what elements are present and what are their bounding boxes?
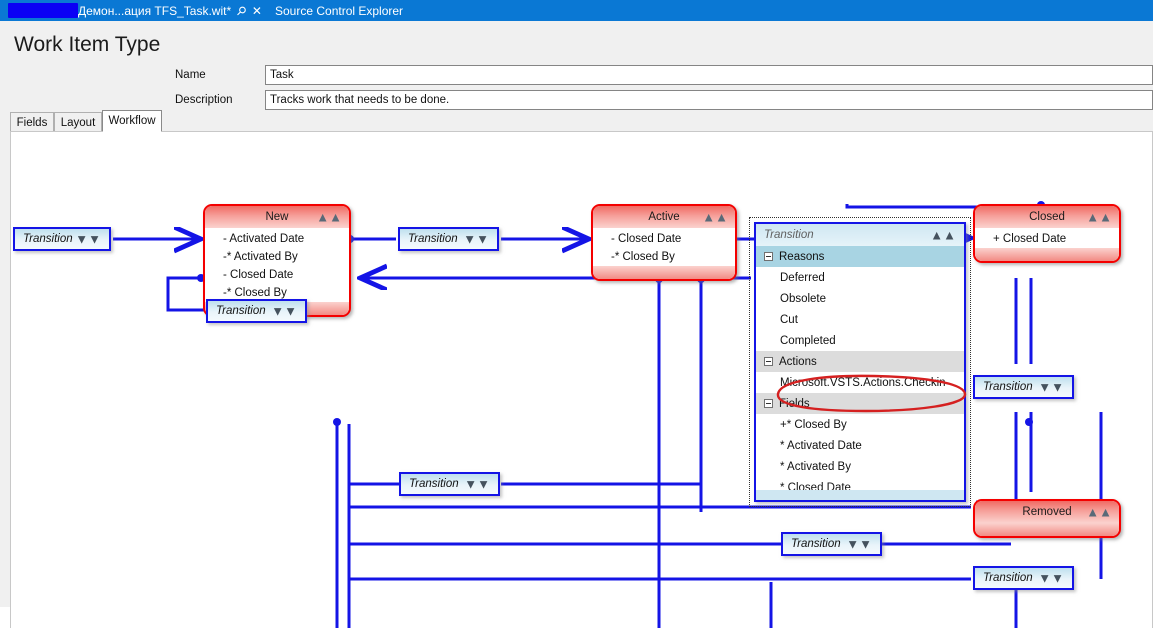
transition-pill[interactable]: Transition ▼▼ bbox=[13, 227, 111, 251]
transition-label: Transition bbox=[408, 233, 458, 245]
tab-workflow-label: Workflow bbox=[108, 115, 156, 127]
state-header[interactable]: Active ▲▲ bbox=[593, 206, 735, 228]
state-header[interactable]: New ▲▲ bbox=[205, 206, 349, 228]
transition-label: Transition bbox=[23, 233, 73, 245]
state-name-closed: Closed bbox=[1029, 211, 1065, 223]
transition-pill[interactable]: Transition ▼▼ bbox=[973, 566, 1074, 590]
state-field: - Closed Date bbox=[611, 233, 682, 245]
transition-details-panel[interactable]: Transition ▲▲ Reasons Deferred Obsolete … bbox=[749, 217, 971, 507]
tab-fields-label: Fields bbox=[16, 116, 48, 129]
document-tab[interactable]: Демон...ация TFS_Task.wit* ⚲ ✕ bbox=[0, 0, 269, 21]
panel-title: Transition bbox=[764, 229, 814, 241]
chevron-up-icon[interactable]: ▲▲ bbox=[930, 229, 956, 242]
panel-footer bbox=[756, 490, 964, 500]
chevron-down-icon[interactable]: ▼▼ bbox=[75, 233, 101, 246]
chevron-down-icon[interactable]: ▼▼ bbox=[1038, 381, 1064, 394]
transition-label: Transition bbox=[409, 478, 459, 490]
group-header-reasons[interactable]: Reasons bbox=[756, 246, 964, 267]
state-field: - Activated Date bbox=[223, 233, 305, 245]
list-item[interactable]: * Activated Date bbox=[756, 435, 964, 456]
panel-header[interactable]: Transition ▲▲ bbox=[756, 224, 964, 246]
transition-label: Transition bbox=[983, 381, 1033, 393]
tab-layout[interactable]: Layout bbox=[54, 112, 102, 132]
minus-box-icon[interactable] bbox=[764, 399, 773, 408]
state-field: -* Activated By bbox=[223, 251, 298, 263]
state-name-new: New bbox=[265, 211, 289, 223]
state-field: -* Closed By bbox=[611, 251, 675, 263]
state-header[interactable]: Removed ▲▲ bbox=[975, 501, 1119, 523]
designer-tab-strip: Fields Layout Workflow bbox=[10, 110, 1153, 132]
group-label: Actions bbox=[779, 355, 817, 368]
state-name-active: Active bbox=[648, 211, 680, 223]
state-name-removed: Removed bbox=[1022, 506, 1072, 518]
close-icon[interactable]: ✕ bbox=[252, 5, 262, 17]
state-node-removed[interactable]: Removed ▲▲ bbox=[973, 499, 1121, 538]
minus-box-icon[interactable] bbox=[764, 252, 773, 261]
tab-layout-label: Layout bbox=[60, 116, 96, 129]
list-item[interactable]: * Activated By bbox=[756, 456, 964, 477]
transition-pill[interactable]: Transition ▼▼ bbox=[206, 299, 307, 323]
list-item-checkin-action[interactable]: Microsoft.VSTS.Actions.Checkin bbox=[756, 372, 964, 393]
transition-label: Transition bbox=[983, 572, 1033, 584]
state-footer bbox=[975, 523, 1119, 536]
transition-label: Transition bbox=[791, 538, 841, 550]
pin-icon[interactable]: ⚲ bbox=[233, 2, 249, 18]
list-item[interactable]: +* Closed By bbox=[756, 414, 964, 435]
chevron-down-icon[interactable]: ▼▼ bbox=[463, 233, 489, 246]
tab-source-control-explorer-label: Source Control Explorer bbox=[275, 3, 404, 18]
chevron-down-icon[interactable]: ▼▼ bbox=[1038, 572, 1064, 585]
tab-workflow[interactable]: Workflow bbox=[102, 110, 162, 132]
redaction-block bbox=[8, 3, 78, 18]
state-field-list: + Closed Date bbox=[975, 228, 1119, 248]
description-field[interactable]: Tracks work that needs to be done. bbox=[265, 90, 1153, 110]
transition-pill[interactable]: Transition ▼▼ bbox=[973, 375, 1074, 399]
group-label: Fields bbox=[779, 397, 810, 410]
state-field: - Closed Date bbox=[223, 269, 294, 281]
group-header-fields[interactable]: Fields bbox=[756, 393, 964, 414]
transition-pill[interactable]: Transition ▼▼ bbox=[781, 532, 882, 556]
chevron-up-icon[interactable]: ▲▲ bbox=[702, 211, 728, 224]
state-node-active[interactable]: Active ▲▲ - Closed Date -* Closed By bbox=[591, 204, 737, 281]
minus-box-icon[interactable] bbox=[764, 357, 773, 366]
work-item-type-designer: Work Item Type Name Task Description Tra… bbox=[0, 21, 1153, 628]
state-footer bbox=[593, 266, 735, 279]
workflow-canvas[interactable]: New ▲▲ - Activated Date -* Activated By … bbox=[10, 131, 1153, 628]
state-field-list: - Closed Date -* Closed By bbox=[593, 228, 735, 266]
tab-fields[interactable]: Fields bbox=[10, 112, 54, 132]
name-field[interactable]: Task bbox=[265, 65, 1153, 85]
state-footer bbox=[975, 248, 1119, 261]
state-field: + Closed Date bbox=[993, 233, 1067, 245]
group-header-actions[interactable]: Actions bbox=[756, 351, 964, 372]
list-item[interactable]: Obsolete bbox=[756, 288, 964, 309]
state-header[interactable]: Closed ▲▲ bbox=[975, 206, 1119, 228]
tab-source-control-explorer[interactable]: Source Control Explorer bbox=[265, 0, 413, 21]
group-label: Reasons bbox=[779, 250, 825, 263]
chevron-down-icon[interactable]: ▼▼ bbox=[271, 305, 297, 318]
transition-pill[interactable]: Transition ▼▼ bbox=[398, 227, 499, 251]
list-item[interactable]: Cut bbox=[756, 309, 964, 330]
name-label: Name bbox=[175, 69, 206, 81]
list-item[interactable]: Deferred bbox=[756, 267, 964, 288]
page-title: Work Item Type bbox=[14, 33, 161, 56]
chevron-up-icon[interactable]: ▲▲ bbox=[316, 211, 342, 224]
chevron-up-icon[interactable]: ▲▲ bbox=[1086, 506, 1112, 519]
transition-label: Transition bbox=[216, 305, 266, 317]
state-node-closed[interactable]: Closed ▲▲ + Closed Date bbox=[973, 204, 1121, 263]
description-label: Description bbox=[175, 94, 233, 106]
chevron-down-icon[interactable]: ▼▼ bbox=[464, 478, 490, 491]
chevron-up-icon[interactable]: ▲▲ bbox=[1086, 211, 1112, 224]
state-field-list: - Activated Date -* Activated By - Close… bbox=[205, 228, 349, 302]
list-item[interactable]: Completed bbox=[756, 330, 964, 351]
title-bar: Демон...ация TFS_Task.wit* ⚲ ✕ Source Co… bbox=[0, 0, 1153, 21]
transition-pill[interactable]: Transition ▼▼ bbox=[399, 472, 500, 496]
chevron-down-icon[interactable]: ▼▼ bbox=[846, 538, 872, 551]
